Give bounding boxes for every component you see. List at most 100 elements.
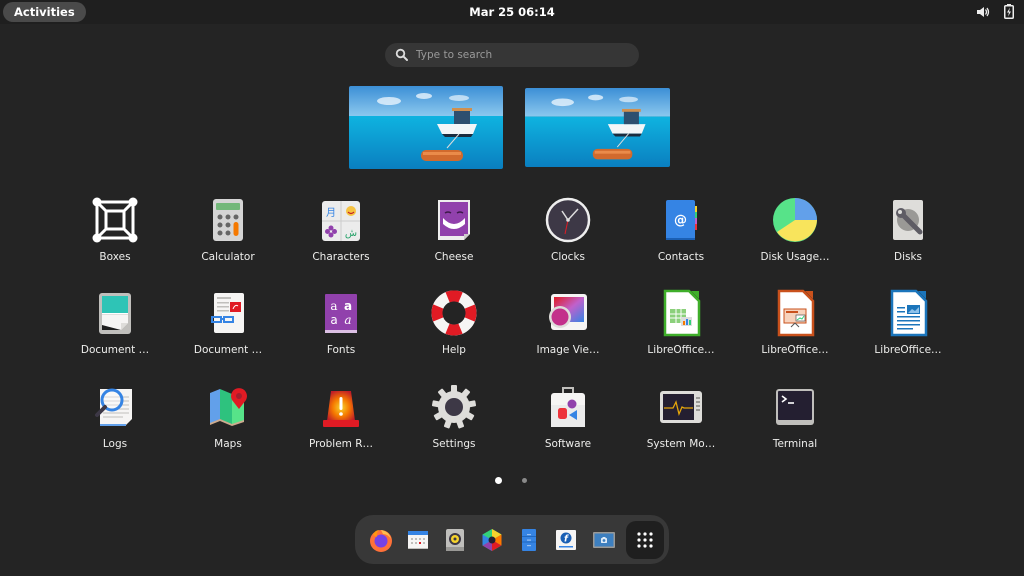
libreoffice-impress-icon [771,289,819,337]
boxes-icon [91,196,139,244]
app-label: Document … [193,344,263,356]
search-bar[interactable] [385,43,639,67]
workspace-thumbnail-1[interactable] [349,86,503,169]
software-icon [544,383,592,431]
disk-usage-icon [771,196,819,244]
svg-text:月: 月 [326,207,336,219]
page-indicator-2[interactable] [522,478,527,483]
terminal-icon [771,383,819,431]
wallpaper-boat-image [525,88,670,167]
cheese-icon [430,196,478,244]
top-bar: Activities Mar 25 06:14 [0,0,1024,24]
contacts-icon: @ [657,196,705,244]
rhythmbox-icon [446,529,464,551]
dash-item-photos[interactable] [475,523,509,557]
fedora-media-writer-icon: f [556,530,576,550]
dash-item-files[interactable] [512,523,546,557]
app-cheese[interactable]: Cheese [404,192,504,278]
app-label: Logs [102,438,128,450]
help-icon [430,289,478,337]
maps-icon [204,383,252,431]
logs-icon [91,383,139,431]
clock-area: Mar 25 06:14 [0,0,1024,24]
app-label: Contacts [657,251,705,263]
app-label: Cheese [434,251,474,263]
calendar-icon [408,531,428,549]
app-libreoffice-writer[interactable]: LibreOffice… [858,285,958,371]
app-label: Help [442,344,466,356]
search-icon [395,48,408,61]
dash-item-firefox[interactable] [364,523,398,557]
svg-text:a: a [344,313,351,327]
date-time-button[interactable]: Mar 25 06:14 [469,5,555,19]
app-fonts[interactable]: aaaa Fonts [291,285,391,371]
libreoffice-calc-icon [657,289,705,337]
svg-text:a: a [330,299,337,313]
app-label: Terminal [772,438,818,450]
document-viewer-icon [204,289,252,337]
app-label: LibreOffice… [647,344,715,356]
app-maps[interactable]: Maps [178,379,278,465]
wallpaper-boat-image [349,86,503,169]
characters-icon: 月ش [317,196,365,244]
settings-icon [430,383,478,431]
app-document-scanner[interactable]: Document … [65,285,165,371]
search-input[interactable] [416,49,616,61]
app-document-viewer[interactable]: Document … [178,285,278,371]
firefox-icon [370,530,392,552]
show-apps-grid-icon [637,532,653,548]
workspace-thumbnail-2[interactable] [525,88,670,167]
page-indicator-1-active[interactable] [495,477,502,484]
app-label: Characters [312,251,370,263]
svg-text:a: a [344,299,352,313]
app-label: Clocks [551,251,585,263]
app-label: LibreOffice… [874,344,942,356]
app-label: LibreOffice… [761,344,829,356]
app-libreoffice-impress[interactable]: LibreOffice… [745,285,845,371]
files-icon [522,529,536,551]
app-calculator[interactable]: Calculator [178,192,278,278]
clocks-icon [544,196,592,244]
app-contacts[interactable]: @ Contacts [631,192,731,278]
app-label: Image Vie… [536,344,600,356]
app-label: Fonts [326,344,356,356]
app-software[interactable]: Software [518,379,618,465]
svg-text:@: @ [674,213,687,228]
app-label: Document … [80,344,150,356]
app-disk-usage-analyzer[interactable]: Disk Usage… [745,192,845,278]
show-apps-button[interactable] [626,521,664,559]
app-characters[interactable]: 月ش Characters [291,192,391,278]
fonts-icon: aaaa [317,289,365,337]
app-problem-reporting[interactable]: Problem R… [291,379,391,465]
document-scanner-icon [91,289,139,337]
app-libreoffice-calc[interactable]: LibreOffice… [631,285,731,371]
dash-item-rhythmbox[interactable] [438,523,472,557]
problem-reporting-icon [317,383,365,431]
dash-item-fedora-media-writer[interactable]: f [549,523,583,557]
dash-item-screenshot[interactable] [587,523,621,557]
calculator-icon [204,196,252,244]
photos-icon [482,529,502,551]
app-label: Disk Usage… [760,251,830,263]
app-label: Software [544,438,592,450]
app-label: Boxes [99,251,131,263]
volume-icon[interactable] [976,5,990,19]
system-tray[interactable] [976,4,1014,19]
app-terminal[interactable]: Terminal [745,379,845,465]
app-clocks[interactable]: Clocks [518,192,618,278]
app-boxes[interactable]: Boxes [65,192,165,278]
app-logs[interactable]: Logs [65,379,165,465]
activities-button[interactable]: Activities [3,2,86,22]
app-grid: Boxes Calculator 月ش Characters Cheese Cl… [0,0,1024,576]
app-disks[interactable]: Disks [858,192,958,278]
app-label: Maps [214,438,242,450]
battery-charging-icon[interactable] [1004,4,1014,19]
app-help[interactable]: Help [404,285,504,371]
dash-item-calendar[interactable] [401,523,435,557]
app-system-monitor[interactable]: System Mo… [631,379,731,465]
app-settings[interactable]: Settings [404,379,504,465]
screenshot-icon [593,532,615,548]
libreoffice-writer-icon [884,289,932,337]
system-monitor-icon [657,383,705,431]
app-image-viewer[interactable]: Image Vie… [518,285,618,371]
